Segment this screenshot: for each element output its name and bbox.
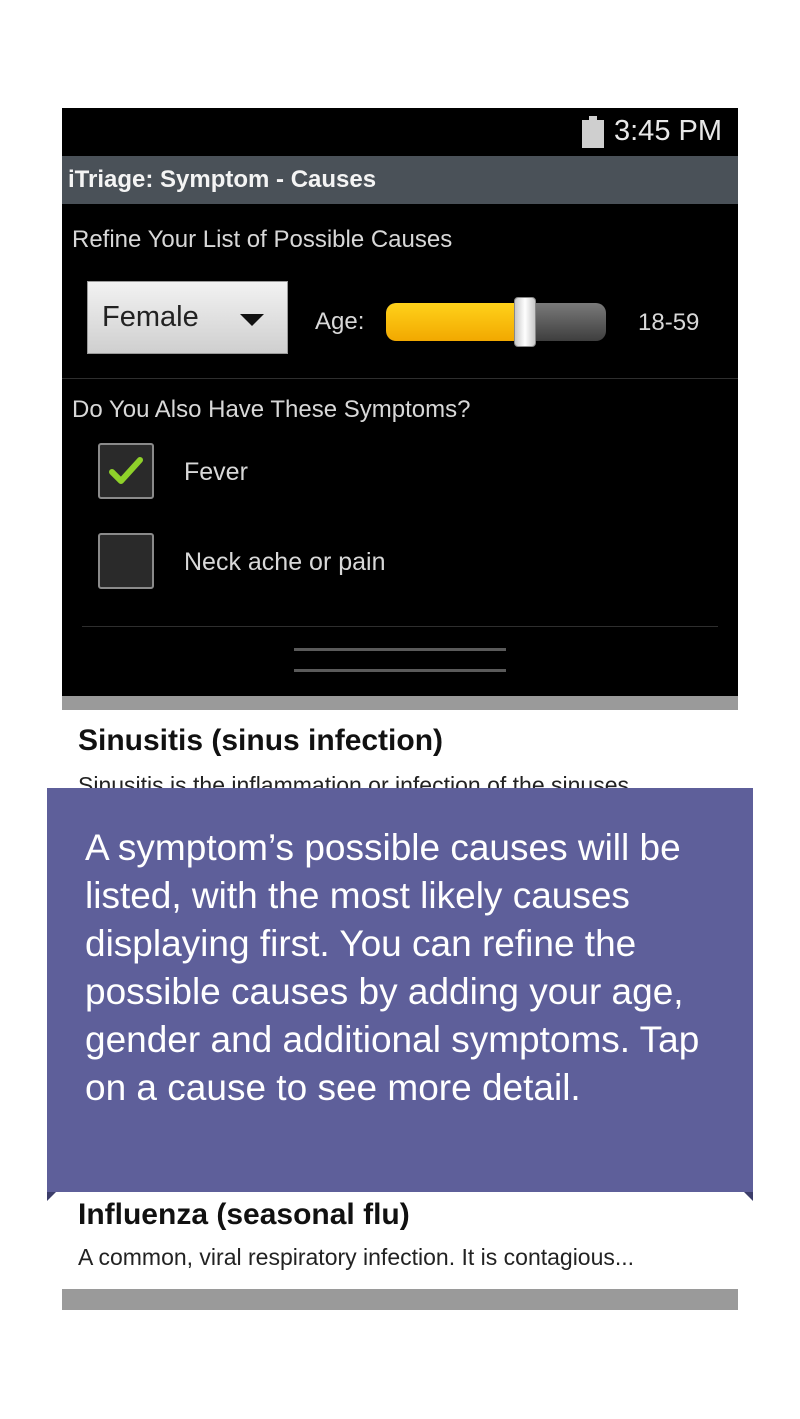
status-bar: 3:45 PM <box>62 108 738 156</box>
neck-ache-checkbox[interactable] <box>98 533 154 589</box>
app-title: iTriage: Symptom - Causes <box>68 166 377 193</box>
section-divider <box>62 378 738 379</box>
age-slider-thumb[interactable] <box>514 297 536 347</box>
cause-title: Sinusitis (sinus infection) <box>78 724 444 757</box>
drag-handle-line[interactable] <box>294 648 506 651</box>
tutorial-overlay[interactable]: A symptom’s possible causes will be list… <box>47 788 753 1192</box>
cause-item-influenza[interactable]: Influenza (seasonal flu) A common, viral… <box>62 1176 738 1289</box>
app-title-bar: iTriage: Symptom - Causes <box>62 156 738 204</box>
age-range-value: 18-59 <box>638 309 700 336</box>
status-time: 3:45 PM <box>614 115 722 147</box>
checkmark-icon <box>109 457 143 484</box>
symptom-label-neck-ache: Neck ache or pain <box>184 548 386 576</box>
overlay-fold-left <box>47 1192 56 1201</box>
age-slider-track[interactable] <box>386 303 606 341</box>
age-slider-fill <box>386 303 525 341</box>
cause-description: A common, viral respiratory infection. I… <box>78 1244 635 1270</box>
fever-checkbox[interactable] <box>98 443 154 499</box>
list-divider <box>82 626 718 627</box>
gender-dropdown[interactable]: Female <box>87 281 288 354</box>
tutorial-text: A symptom’s possible causes will be list… <box>85 827 700 1108</box>
symptoms-heading: Do You Also Have These Symptoms? <box>72 396 471 423</box>
drag-handle-line[interactable] <box>294 669 506 672</box>
age-label: Age: <box>315 308 365 335</box>
symptom-label-fever: Fever <box>184 458 248 486</box>
chevron-down-icon <box>240 314 264 326</box>
gender-selected-value: Female <box>102 301 199 333</box>
cause-title: Influenza (seasonal flu) <box>78 1198 410 1231</box>
battery-icon <box>582 116 604 148</box>
overlay-fold-right <box>744 1192 753 1201</box>
refine-heading: Refine Your List of Possible Causes <box>72 226 453 253</box>
